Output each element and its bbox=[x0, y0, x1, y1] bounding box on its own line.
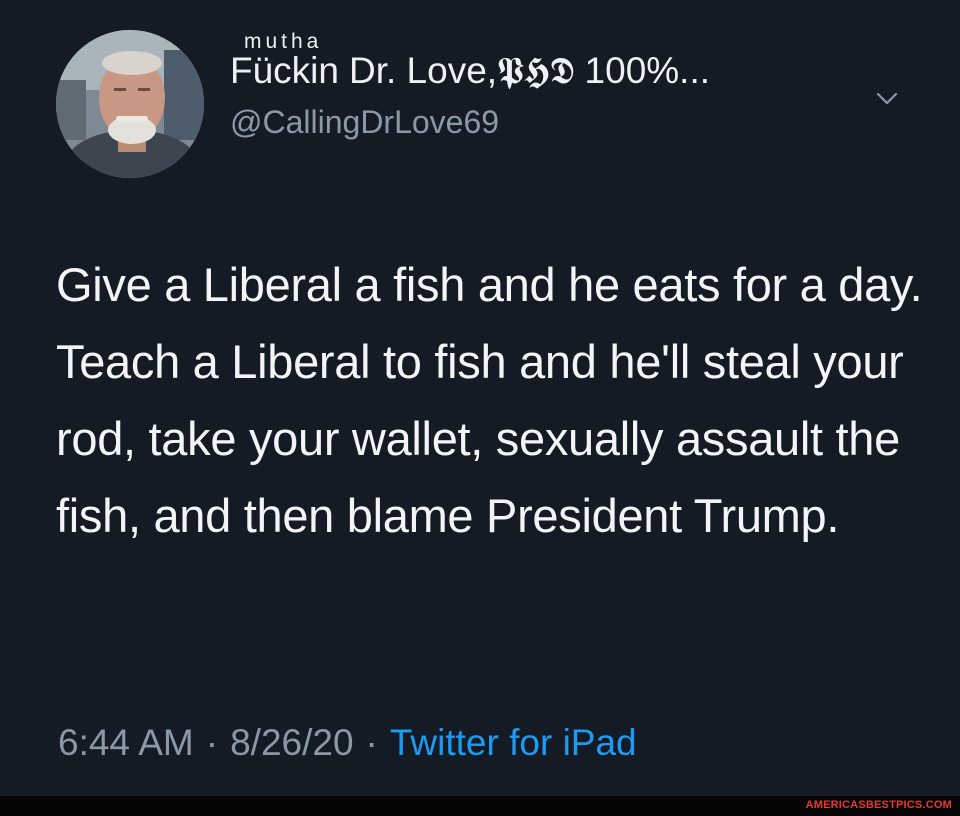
user-handle[interactable]: @CallingDrLove69 bbox=[230, 104, 710, 141]
tweet-source-link[interactable]: Twitter for iPad bbox=[390, 722, 637, 763]
display-name[interactable]: mutha Fückin Dr. Love,𝕻𝕳𝕯 100%... bbox=[230, 30, 711, 100]
chevron-down-icon[interactable] bbox=[876, 92, 898, 106]
meta-separator: · bbox=[365, 722, 378, 763]
tweet-text: Give a Liberal a fish and he eats for a … bbox=[56, 258, 923, 542]
profile-photo-avatar bbox=[56, 30, 204, 178]
name-superscript: mutha bbox=[244, 30, 323, 53]
name-prefix-text: Fückin bbox=[230, 50, 339, 91]
tweet-card: mutha Fückin Dr. Love,𝕻𝕳𝕯 100%... @Calli… bbox=[0, 0, 960, 796]
name-prefix: mutha Fückin bbox=[230, 30, 339, 92]
tweet-meta: 6:44 AM · 8/26/20 · Twitter for iPad bbox=[58, 722, 637, 764]
tweet-date[interactable]: 8/26/20 bbox=[230, 722, 353, 763]
avatar[interactable] bbox=[56, 30, 204, 178]
watermark: AMERICASBESTPICS.COM bbox=[805, 799, 952, 811]
tweet-time[interactable]: 6:44 AM bbox=[58, 722, 194, 763]
meta-separator: · bbox=[205, 722, 219, 763]
name-main: Dr. Love,𝕻𝕳𝕯 100%... bbox=[348, 50, 711, 91]
tweet-header: mutha Fückin Dr. Love,𝕻𝕳𝕯 100%... @Calli… bbox=[230, 30, 711, 141]
watermark-bar: AMERICASBESTPICS.COM bbox=[0, 796, 960, 816]
